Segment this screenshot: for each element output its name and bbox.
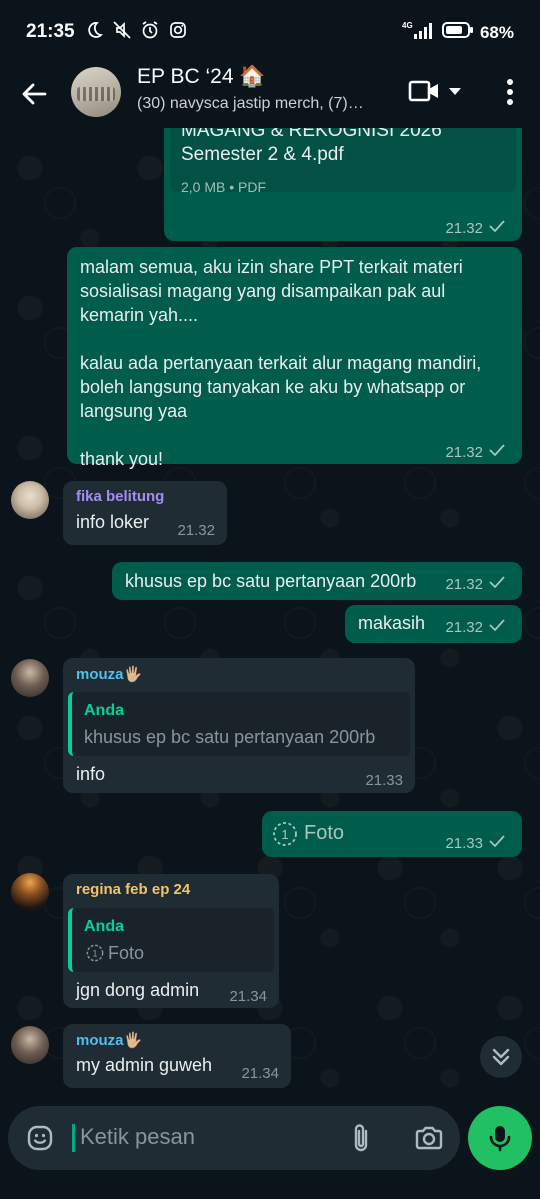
- microphone-icon: [489, 1126, 511, 1152]
- svg-text:1: 1: [281, 827, 288, 842]
- battery-icon: [441, 21, 474, 44]
- sent-check-icon: [488, 443, 506, 461]
- group-members-subtitle[interactable]: (30) navysca jastip merch, (7)…: [137, 95, 382, 113]
- outgoing-message-bubble[interactable]: khusus ep bc satu pertanyaan 200rb 21.32: [112, 562, 522, 600]
- message-time: 21.32: [177, 522, 215, 539]
- sent-check-icon: [488, 834, 506, 852]
- message-list[interactable]: MAGANG & REKOGNISI 2026 Semester 2 & 4.p…: [0, 128, 540, 1106]
- file-name-line2: Semester 2 & 4.pdf: [181, 144, 344, 165]
- dropdown-caret-icon[interactable]: [448, 84, 462, 98]
- regina-avatar[interactable]: [11, 873, 49, 911]
- outgoing-message-bubble[interactable]: makasih 21.32: [345, 605, 522, 643]
- quoted-message[interactable]: Anda khusus ep bc satu pertanyaan 200rb: [68, 692, 410, 756]
- photo-message-bubble[interactable]: 1 Foto 21.33: [262, 811, 522, 857]
- view-once-icon: 1: [86, 944, 104, 962]
- regina-message-bubble[interactable]: regina feb ep 24 Anda 1 Foto jgn dong ad…: [63, 874, 279, 1008]
- message-meta: 21.32: [445, 618, 506, 636]
- fika-avatar[interactable]: [11, 481, 49, 519]
- mouza-avatar[interactable]: [11, 659, 49, 697]
- message-input[interactable]: Ketik pesan: [80, 1124, 195, 1150]
- sender-name[interactable]: regina feb ep 24: [76, 881, 190, 898]
- file-message-bubble[interactable]: MAGANG & REKOGNISI 2026 Semester 2 & 4.p…: [164, 128, 522, 241]
- quote-text: Foto: [108, 943, 145, 963]
- message-text: info loker: [76, 512, 150, 532]
- announcement-message-bubble[interactable]: malam semua, aku izin share PPT terkait …: [67, 247, 522, 469]
- emoji-icon[interactable]: [26, 1124, 54, 1152]
- announcement-meta: 21.32: [445, 443, 506, 461]
- alarm-icon: [140, 20, 160, 45]
- fika-message-bubble[interactable]: fika belitung info loker 21.32: [63, 481, 227, 545]
- message-time: 21.33: [365, 772, 403, 789]
- message-meta: 21.32: [177, 522, 215, 539]
- sender-name[interactable]: fika belitung: [76, 488, 164, 505]
- quote-author: Anda: [84, 702, 124, 719]
- sender-name[interactable]: mouza🖐🏼: [76, 665, 142, 683]
- mute-icon: [112, 20, 132, 45]
- battery-percent: 68%: [479, 22, 514, 42]
- message-meta: 21.34: [229, 988, 267, 1005]
- sent-check-icon: [488, 219, 506, 237]
- group-avatar[interactable]: [71, 67, 121, 117]
- message-meta: 21.34: [241, 1065, 279, 1082]
- message-time: 21.32: [445, 618, 483, 636]
- file-name-line1: MAGANG & REKOGNISI 2026: [181, 128, 442, 141]
- view-once-icon: 1: [273, 822, 297, 846]
- group-title[interactable]: EP BC ‘24 🏠: [137, 65, 265, 89]
- camera-icon[interactable]: [414, 1124, 444, 1152]
- mouza-message-bubble[interactable]: mouza🖐🏼 my admin guweh 21.34: [63, 1024, 291, 1088]
- sent-check-icon: [488, 575, 506, 593]
- message-text: jgn dong admin: [76, 980, 200, 1000]
- chat-header: EP BC ‘24 🏠 (30) navysca jastip merch, (…: [0, 62, 540, 130]
- more-options-icon[interactable]: [500, 76, 520, 108]
- message-time: 21.34: [241, 1065, 279, 1082]
- sender-name[interactable]: mouza🖐🏼: [76, 1031, 142, 1049]
- file-info: 2,0 MB • PDF: [181, 179, 267, 195]
- message-composer: Ketik pesan: [8, 1106, 460, 1170]
- signal-icon: 4G: [402, 20, 436, 45]
- message-text: info: [76, 764, 106, 784]
- svg-text:1: 1: [92, 949, 97, 959]
- message-text: makasih: [358, 613, 426, 633]
- message-text: my admin guweh: [76, 1055, 213, 1075]
- message-time: 21.33: [445, 834, 483, 852]
- text-cursor: [72, 1124, 75, 1152]
- system-nav-bar: [0, 1186, 540, 1199]
- message-meta: 21.33: [365, 772, 403, 789]
- message-time: 21.34: [229, 988, 267, 1005]
- message-text: khusus ep bc satu pertanyaan 200rb: [125, 571, 417, 591]
- message-time: 21.32: [445, 219, 483, 237]
- instagram-icon: [168, 20, 188, 45]
- sent-check-icon: [488, 618, 506, 636]
- status-time: 21:35: [26, 21, 75, 42]
- status-bar: 21:35 4G 68%: [0, 0, 540, 62]
- quote-text: khusus ep bc satu pertanyaan 200rb: [84, 727, 376, 747]
- quoted-message[interactable]: Anda 1 Foto: [68, 908, 274, 972]
- moon-icon: [84, 20, 104, 45]
- svg-text:4G: 4G: [402, 21, 413, 30]
- video-call-icon[interactable]: [408, 79, 440, 103]
- mouza-avatar[interactable]: [11, 1026, 49, 1064]
- file-meta: 21.32: [445, 219, 506, 237]
- mouza-message-bubble[interactable]: mouza🖐🏼 Anda khusus ep bc satu pertanyaa…: [63, 658, 415, 793]
- quote-author: Anda: [84, 918, 124, 935]
- scroll-to-bottom-button[interactable]: [480, 1036, 522, 1078]
- back-arrow-icon[interactable]: [18, 78, 50, 110]
- message-meta: 21.32: [445, 575, 506, 593]
- photo-label: Foto: [304, 822, 345, 844]
- message-meta: 21.33: [445, 834, 506, 852]
- message-time: 21.32: [445, 575, 483, 593]
- announcement-text: malam semua, aku izin share PPT terkait …: [80, 257, 482, 469]
- voice-message-button[interactable]: [468, 1106, 532, 1170]
- double-chevron-down-icon: [492, 1048, 510, 1066]
- paperclip-icon[interactable]: [348, 1122, 376, 1154]
- message-time: 21.32: [445, 443, 483, 461]
